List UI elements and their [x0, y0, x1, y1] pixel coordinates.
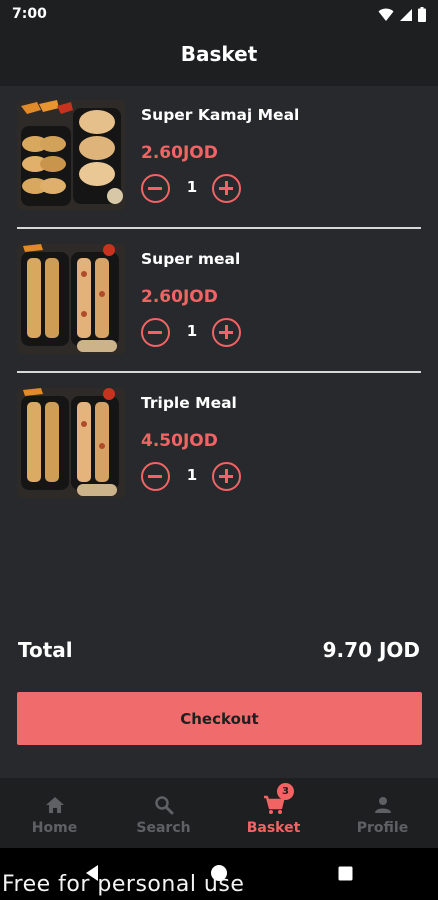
- increase-quantity-button[interactable]: [212, 318, 241, 347]
- increase-quantity-button[interactable]: [212, 462, 241, 491]
- person-icon: [375, 797, 391, 813]
- app-bar: Basket: [0, 30, 438, 86]
- increase-quantity-button[interactable]: [212, 174, 241, 203]
- basket-item: Triple Meal 4.50JOD 1: [0, 374, 438, 517]
- item-name: Super Kamaj Meal: [141, 106, 300, 124]
- search-icon: [155, 796, 174, 815]
- item-divider: [17, 227, 421, 229]
- item-name: Super meal: [141, 250, 241, 268]
- watermark-text: Free for personal use: [2, 872, 245, 897]
- status-bar: 7:00: [0, 0, 438, 30]
- nav-label: Profile: [356, 820, 409, 836]
- item-price: 2.60JOD: [141, 143, 218, 163]
- home-icon: [46, 797, 64, 813]
- bottom-navigation: Home Search 3 Basket Profile: [0, 778, 438, 848]
- page-title: Basket: [180, 42, 258, 66]
- decrease-quantity-button[interactable]: [141, 462, 170, 491]
- item-price: 4.50JOD: [141, 431, 218, 451]
- nav-item-profile[interactable]: Profile: [328, 778, 437, 848]
- status-icons: [378, 7, 426, 22]
- nav-item-basket[interactable]: 3 Basket: [219, 778, 328, 848]
- checkout-label: Checkout: [180, 709, 259, 728]
- nav-label: Basket: [246, 820, 301, 836]
- item-divider: [17, 371, 421, 373]
- basket-item: Super Kamaj Meal 2.60JOD 1: [0, 86, 438, 229]
- meal-image[interactable]: [17, 388, 125, 498]
- nav-label: Search: [136, 820, 191, 836]
- basket-content: Super Kamaj Meal 2.60JOD 1 Super meal 2.…: [0, 86, 438, 778]
- quantity-stepper: 1: [141, 318, 243, 348]
- item-price: 2.60JOD: [141, 287, 218, 307]
- nav-item-search[interactable]: Search: [109, 778, 218, 848]
- item-name: Triple Meal: [141, 394, 237, 412]
- nav-item-home[interactable]: Home: [0, 778, 109, 848]
- quantity-value: 1: [186, 178, 198, 196]
- meal-image[interactable]: [17, 244, 125, 354]
- quantity-value: 1: [186, 466, 198, 484]
- decrease-quantity-button[interactable]: [141, 174, 170, 203]
- decrease-quantity-button[interactable]: [141, 318, 170, 347]
- checkout-button[interactable]: Checkout: [17, 692, 422, 745]
- quantity-value: 1: [186, 322, 198, 340]
- total-value: 9.70 JOD: [322, 638, 420, 662]
- basket-item: Super meal 2.60JOD 1: [0, 230, 438, 373]
- battery-icon: [418, 7, 426, 22]
- signal-icon: [400, 8, 412, 21]
- meal-image[interactable]: [17, 100, 125, 210]
- recents-icon[interactable]: [338, 866, 353, 881]
- wifi-icon: [378, 8, 394, 21]
- quantity-stepper: 1: [141, 462, 243, 492]
- nav-label: Home: [31, 820, 78, 836]
- total-label: Total: [18, 638, 73, 662]
- cart-count-badge: 3: [277, 783, 294, 800]
- quantity-stepper: 1: [141, 174, 243, 204]
- status-time: 7:00: [12, 6, 47, 22]
